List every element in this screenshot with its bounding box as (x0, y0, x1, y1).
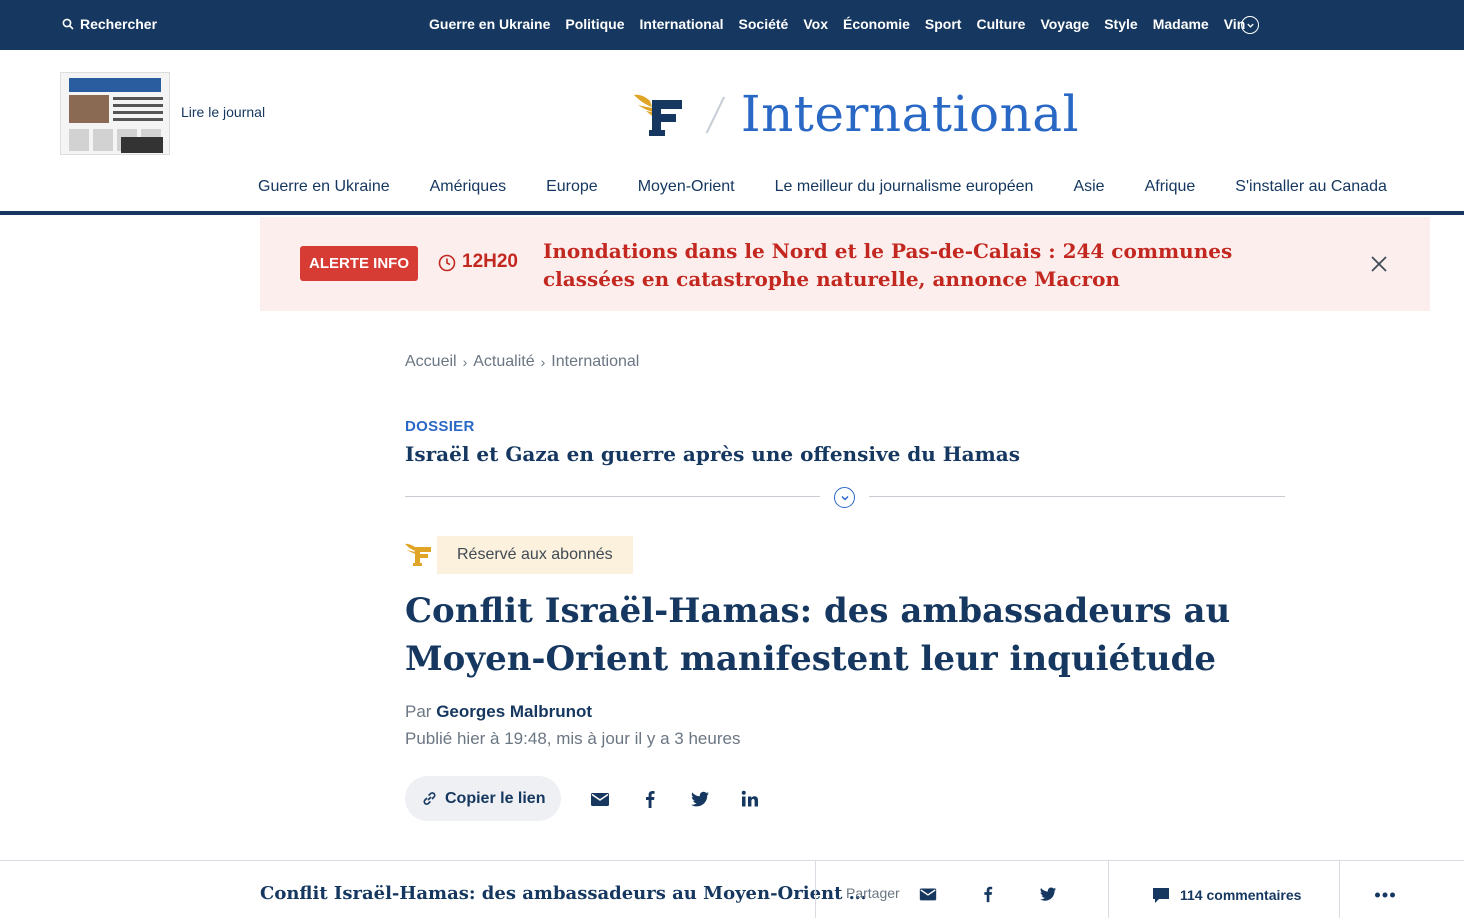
top-navigation-bar: Rechercher Guerre en Ukraine Politique I… (0, 0, 1464, 50)
publication-date: Publié hier à 19:48, mis à jour il y a 3… (405, 729, 741, 748)
alert-badge: ALERTE INFO (300, 246, 418, 281)
author-link[interactable]: Georges Malbrunot (436, 702, 592, 721)
main-nav-item[interactable]: Madame (1153, 16, 1209, 32)
subnav-divider (0, 211, 1464, 215)
main-nav-item[interactable]: Guerre en Ukraine (429, 16, 550, 32)
dossier-expand-button[interactable] (834, 487, 855, 508)
breadcrumb-item[interactable]: Actualité (473, 353, 534, 371)
dossier-label: DOSSIER (405, 418, 475, 435)
premium-icon (405, 543, 431, 566)
more-sections-button[interactable] (1241, 16, 1259, 34)
divider (405, 496, 820, 497)
cover-photo (121, 137, 163, 153)
more-icon[interactable] (1374, 891, 1396, 899)
logo-divider: / (703, 88, 728, 140)
cover-image (69, 95, 109, 123)
main-nav-item[interactable]: International (640, 16, 724, 32)
byline: Par Georges Malbrunot (405, 702, 592, 722)
premium-badge: Réservé aux abonnés (437, 536, 633, 574)
twitter-icon[interactable] (689, 788, 711, 810)
main-nav-item[interactable]: Style (1104, 16, 1137, 32)
subnav-item[interactable]: Amériques (430, 178, 506, 196)
close-icon[interactable] (1370, 255, 1388, 273)
chevron-right-icon: › (540, 354, 546, 370)
divider (1339, 861, 1340, 918)
subnav-item[interactable]: Europe (546, 178, 598, 196)
article-title: Conflit Israël-Hamas: des ambassadeurs a… (405, 591, 1231, 679)
divider (1108, 861, 1109, 918)
twitter-icon[interactable] (1038, 884, 1058, 904)
main-nav-item[interactable]: Économie (843, 16, 910, 32)
section-subnav: Guerre en Ukraine Amériques Europe Moyen… (258, 178, 1387, 196)
subnav-item[interactable]: Moyen-Orient (638, 178, 735, 196)
divider (815, 861, 816, 918)
breadcrumb-item[interactable]: Accueil (405, 353, 457, 371)
comment-icon (1153, 888, 1169, 903)
byline-prefix: Par (405, 702, 432, 721)
chevron-down-icon (840, 495, 849, 501)
search-label: Rechercher (80, 16, 158, 32)
site-logo[interactable]: / International (632, 85, 1079, 143)
breaking-news-alert: ALERTE INFO 12H20 Inondations dans le No… (260, 217, 1430, 311)
main-nav-item[interactable]: Vox (803, 16, 828, 32)
section-title: International (740, 85, 1080, 143)
share-label: Partager (846, 885, 900, 901)
subnav-item[interactable]: Le meilleur du journalisme européen (775, 178, 1034, 196)
main-nav-item[interactable]: Société (739, 16, 789, 32)
sticky-article-bar: Conflit Israël-Hamas: des ambassadeurs a… (0, 860, 1464, 918)
newspaper-cover-thumbnail[interactable] (60, 72, 170, 155)
cover-headline-lines (113, 97, 163, 125)
main-nav-item[interactable]: Culture (976, 16, 1025, 32)
read-paper-link[interactable]: Lire le journal (181, 104, 265, 120)
copy-link-button[interactable]: Copier le lien (405, 776, 562, 821)
dossier-title[interactable]: Israël et Gaza en guerre après une offen… (405, 442, 1020, 466)
main-nav-item[interactable]: Sport (925, 16, 962, 32)
share-toolbar: Copier le lien (405, 776, 761, 821)
comments-button[interactable]: 114 commentaires (1151, 885, 1301, 905)
search-button[interactable]: Rechercher (62, 16, 157, 32)
main-nav-item[interactable]: Politique (565, 16, 624, 32)
paper-masthead (69, 78, 161, 92)
figaro-logo-icon (634, 94, 682, 136)
copy-link-label: Copier le lien (445, 789, 546, 807)
subnav-item[interactable]: S'installer au Canada (1235, 178, 1387, 196)
sticky-article-title: Conflit Israël-Hamas: des ambassadeurs a… (260, 883, 867, 904)
breadcrumb-item[interactable]: International (551, 353, 639, 371)
chevron-down-icon (1246, 23, 1254, 28)
email-icon[interactable] (918, 884, 938, 904)
clock-icon (438, 254, 456, 272)
breadcrumb: Accueil › Actualité › International (405, 353, 639, 371)
alert-time: 12H20 (462, 251, 518, 272)
subnav-item[interactable]: Guerre en Ukraine (258, 178, 390, 196)
alert-headline[interactable]: Inondations dans le Nord et le Pas-de-Ca… (543, 237, 1303, 293)
link-icon (423, 792, 436, 805)
facebook-icon[interactable] (978, 884, 998, 904)
main-nav-item[interactable]: Voyage (1040, 16, 1089, 32)
main-nav: Guerre en Ukraine Politique Internationa… (429, 16, 1245, 32)
chevron-right-icon: › (462, 354, 468, 370)
facebook-icon[interactable] (639, 788, 661, 810)
divider (869, 496, 1285, 497)
subnav-item[interactable]: Asie (1073, 178, 1104, 196)
linkedin-icon[interactable] (739, 788, 761, 810)
comments-count: 114 commentaires (1180, 887, 1302, 903)
subnav-item[interactable]: Afrique (1145, 178, 1196, 196)
search-icon (62, 18, 74, 30)
email-icon[interactable] (589, 788, 611, 810)
